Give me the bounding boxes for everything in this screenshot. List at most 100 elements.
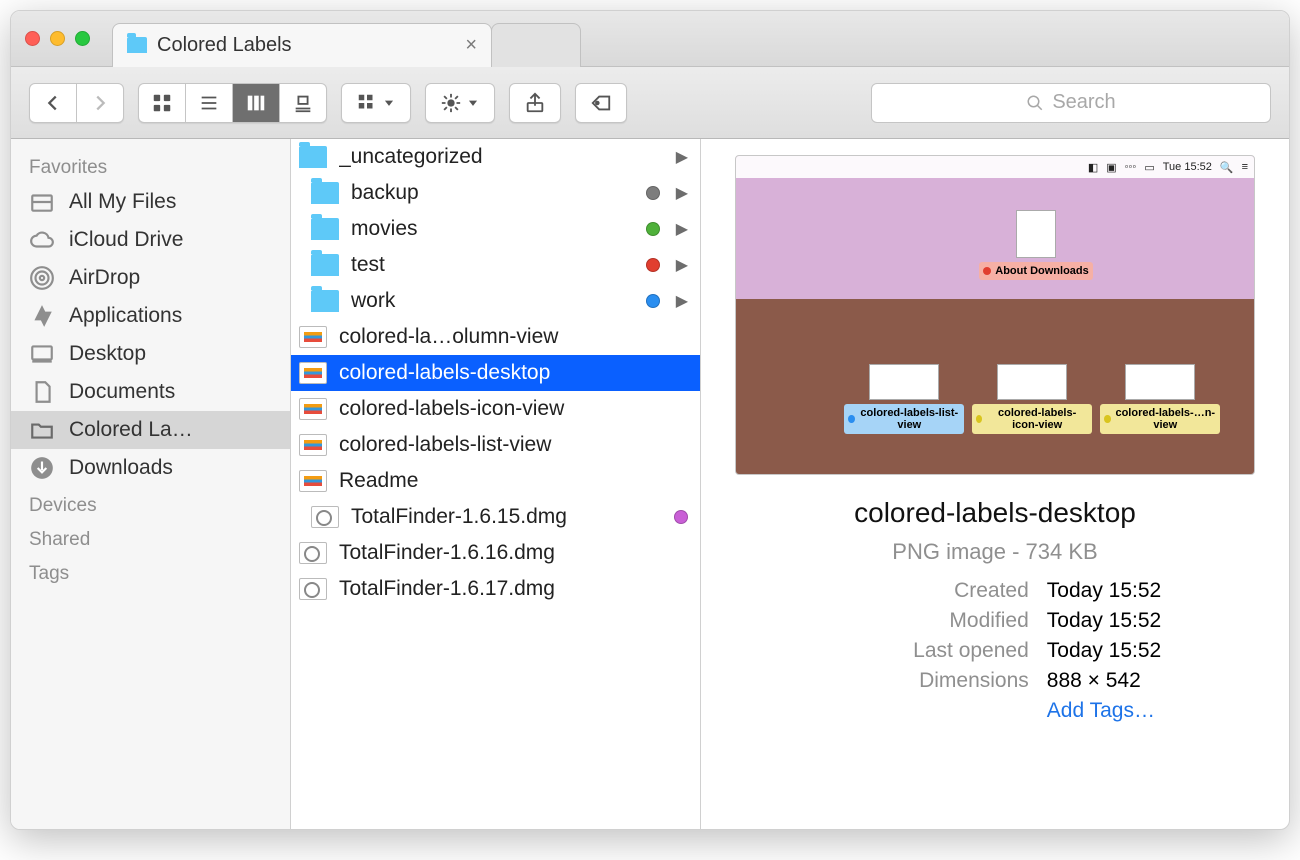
meta-key: Modified <box>829 609 1029 633</box>
folder-icon <box>299 146 327 168</box>
battery-icon: ▭ <box>1144 161 1154 174</box>
wifi-icon: ◦◦◦ <box>1125 161 1137 173</box>
sidebar-item-icloud[interactable]: iCloud Drive <box>11 221 290 259</box>
new-tab-button[interactable] <box>491 23 581 67</box>
icon-view-button[interactable] <box>139 84 186 122</box>
menubar-clock: Tue 15:52 <box>1163 161 1212 173</box>
back-button[interactable] <box>30 84 77 122</box>
tab-title: Colored Labels <box>157 34 292 57</box>
search-field[interactable]: Search <box>871 83 1271 123</box>
column-item[interactable]: TotalFinder-1.6.15.dmg <box>291 499 700 535</box>
sidebar-item-all-my-files[interactable]: All My Files <box>11 183 290 221</box>
folder-icon <box>311 182 339 204</box>
column-item[interactable]: _uncategorized ▶ <box>291 139 700 175</box>
chevron-right-icon: ▶ <box>676 255 688 275</box>
applications-icon <box>29 305 55 327</box>
finder-window: Colored Labels × <box>10 10 1290 830</box>
item-name: TotalFinder-1.6.15.dmg <box>351 505 662 529</box>
folder-icon <box>127 37 147 53</box>
item-name: colored-labels-list-view <box>339 433 688 457</box>
forward-button[interactable] <box>77 84 123 122</box>
item-name: test <box>351 253 634 277</box>
doc-icon <box>299 470 327 492</box>
sidebar-heading-shared: Shared <box>11 521 290 555</box>
dmg-icon <box>299 578 327 600</box>
chevron-right-icon: ▶ <box>676 219 688 239</box>
action-menu[interactable] <box>425 83 495 123</box>
thumbnail-item: About Downloads <box>976 210 1096 280</box>
tags-button[interactable] <box>575 83 627 123</box>
tag-dot <box>646 258 660 272</box>
column-item[interactable]: movies ▶ <box>291 211 700 247</box>
item-name: movies <box>351 217 634 241</box>
toolbar: Search <box>11 67 1289 139</box>
chevron-right-icon: ▶ <box>676 147 688 167</box>
coverflow-view-button[interactable] <box>280 84 326 122</box>
sidebar-heading-favorites: Favorites <box>11 149 290 183</box>
titlebar: Colored Labels × <box>11 11 1289 67</box>
column-list: _uncategorized▶backup▶movies▶test▶work▶c… <box>291 139 701 829</box>
column-item[interactable]: TotalFinder-1.6.17.dmg <box>291 571 700 607</box>
column-item[interactable]: TotalFinder-1.6.16.dmg <box>291 535 700 571</box>
dmg-icon <box>299 542 327 564</box>
zoom-window-button[interactable] <box>75 31 90 46</box>
sidebar-item-downloads[interactable]: Downloads <box>11 449 290 487</box>
add-tags-button[interactable]: Add Tags… <box>1047 699 1161 723</box>
column-item[interactable]: colored-labels-desktop <box>291 355 700 391</box>
search-icon <box>1026 92 1044 114</box>
image-icon <box>299 434 327 456</box>
sidebar: Favorites All My Files iCloud Drive AirD… <box>11 139 291 829</box>
meta-key: Dimensions <box>829 669 1029 693</box>
image-icon <box>299 398 327 420</box>
cloud-icon <box>29 229 55 251</box>
thumbnail-item: colored-labels-…n-view <box>1100 364 1220 434</box>
column-view-button[interactable] <box>233 84 280 122</box>
view-switcher <box>138 83 327 123</box>
finder-glyph-icon: ◧ <box>1088 161 1098 174</box>
item-name: colored-labels-icon-view <box>339 397 688 421</box>
airplay-icon: ▣ <box>1106 161 1116 174</box>
documents-icon <box>29 381 55 403</box>
close-window-button[interactable] <box>25 31 40 46</box>
preview-thumbnail: ◧ ▣ ◦◦◦ ▭ Tue 15:52 🔍 ≡ About Downloads c… <box>735 155 1255 475</box>
tab-colored-labels[interactable]: Colored Labels × <box>112 23 492 67</box>
tag-dot <box>674 510 688 524</box>
image-icon <box>299 326 327 348</box>
column-item[interactable]: colored-la…olumn-view <box>291 319 700 355</box>
meta-value: Today 15:52 <box>1047 639 1161 663</box>
column-item[interactable]: colored-labels-list-view <box>291 427 700 463</box>
close-tab-button[interactable]: × <box>465 34 477 57</box>
chevron-right-icon: ▶ <box>676 183 688 203</box>
column-item[interactable]: backup▶ <box>291 175 700 211</box>
dmg-icon <box>311 506 339 528</box>
list-view-button[interactable] <box>186 84 233 122</box>
column-item[interactable]: work▶ <box>291 283 700 319</box>
airdrop-icon <box>29 267 55 289</box>
column-item[interactable]: colored-labels-icon-view <box>291 391 700 427</box>
column-item[interactable]: test ▶ <box>291 247 700 283</box>
item-name: _uncategorized <box>339 145 660 169</box>
tag-dot <box>646 294 660 308</box>
column-item[interactable]: Readme <box>291 463 700 499</box>
preview-subtitle: PNG image - 734 KB <box>892 539 1097 565</box>
folder-icon <box>311 254 339 276</box>
downloads-icon <box>29 457 55 479</box>
sidebar-item-documents[interactable]: Documents <box>11 373 290 411</box>
tag-dot <box>646 222 660 236</box>
share-button[interactable] <box>509 83 561 123</box>
preview-title: colored-labels-desktop <box>854 497 1136 529</box>
list-icon: ≡ <box>1242 161 1248 173</box>
thumbnail-item: colored-labels-list-view <box>844 364 964 434</box>
minimize-window-button[interactable] <box>50 31 65 46</box>
sidebar-item-applications[interactable]: Applications <box>11 297 290 335</box>
window-controls <box>25 31 90 46</box>
sidebar-item-colored-labels[interactable]: Colored La… <box>11 411 290 449</box>
thumbnail-menubar: ◧ ▣ ◦◦◦ ▭ Tue 15:52 🔍 ≡ <box>736 156 1254 178</box>
sidebar-heading-tags: Tags <box>11 555 290 589</box>
folder-icon <box>29 419 55 441</box>
sidebar-item-airdrop[interactable]: AirDrop <box>11 259 290 297</box>
sidebar-item-desktop[interactable]: Desktop <box>11 335 290 373</box>
item-name: TotalFinder-1.6.16.dmg <box>339 541 688 565</box>
arrange-menu[interactable] <box>341 83 411 123</box>
preview-metadata: CreatedToday 15:52ModifiedToday 15:52Las… <box>829 579 1161 723</box>
